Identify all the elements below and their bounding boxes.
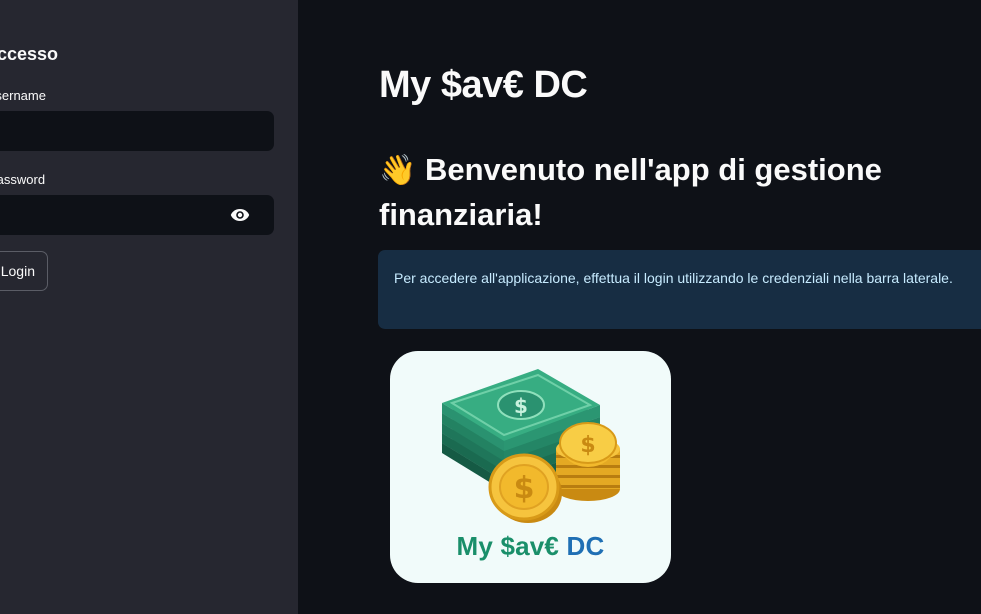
main-content: My $av€ DC 👋 Benvenuto nell'app di gesti… (298, 0, 981, 614)
login-button[interactable]: Login (0, 251, 48, 291)
app-window: Accesso Username Password Login My $av€ … (0, 0, 981, 614)
info-alert-text: Per accedere all'applicazione, effettua … (394, 270, 953, 286)
coin-stack: $ (556, 422, 620, 501)
welcome-heading: 👋 Benvenuto nell'app di gestione finanzi… (379, 148, 939, 237)
app-logo: $ $ $ My $av€ DC (390, 351, 671, 583)
logo-wordmark-part2: DC (566, 531, 605, 561)
svg-text:$: $ (514, 471, 535, 506)
welcome-text: Benvenuto nell'app di gestione finanziar… (379, 152, 882, 232)
eye-icon[interactable] (229, 205, 251, 225)
info-alert: Per accedere all'applicazione, effettua … (378, 250, 981, 329)
waving-hand-icon: 👋 (379, 153, 417, 188)
username-label: Username (0, 88, 46, 103)
sidebar-title: Accesso (0, 44, 59, 64)
username-input[interactable] (0, 111, 274, 151)
svg-text:$: $ (580, 433, 595, 458)
logo-wordmark-part1: My $av€ (456, 531, 560, 561)
logo-wordmark: My $av€ DC (390, 531, 671, 562)
sidebar: Accesso Username Password Login (0, 0, 298, 614)
page-title: My $av€ DC (379, 64, 588, 106)
svg-text:$: $ (514, 394, 528, 418)
password-label: Password (0, 172, 46, 187)
